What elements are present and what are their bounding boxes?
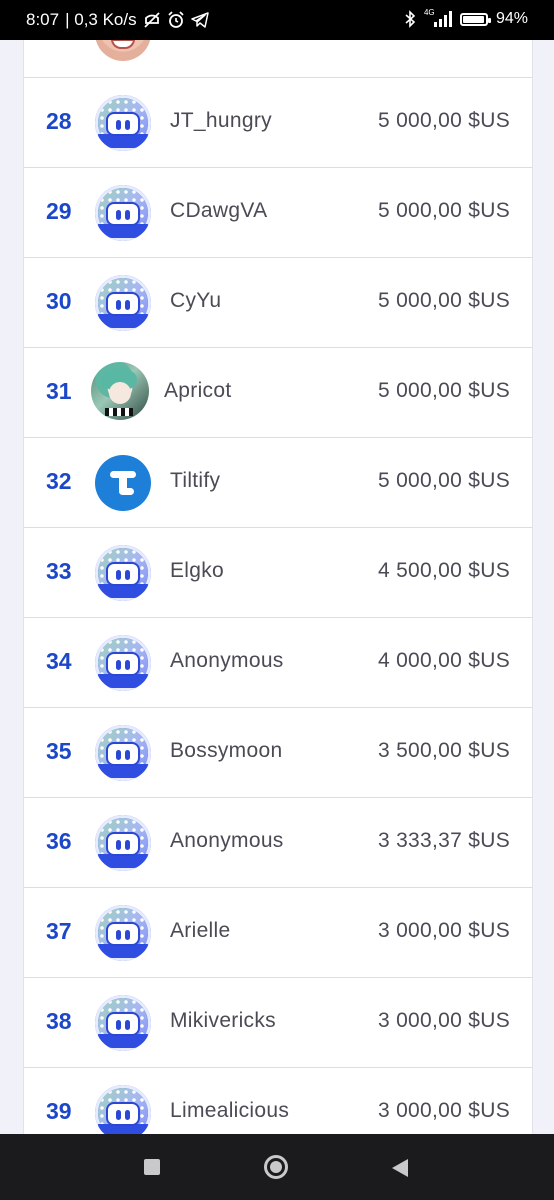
bot-avatar-icon [95, 545, 151, 601]
leaderboard-row[interactable]: 35 Bossymoon 3 500,00 $US [24, 708, 532, 798]
battery-icon [459, 12, 491, 26]
bot-avatar-icon [95, 725, 151, 781]
rank-number: 39 [46, 1098, 72, 1124]
bluetooth-icon [404, 10, 416, 28]
donation-amount: 4 000,00 $US [377, 649, 510, 672]
telegram-icon [190, 12, 209, 28]
rank-number: 32 [46, 468, 72, 494]
donation-amount: 3 333,37 $US [377, 829, 510, 852]
rank-number: 29 [46, 198, 72, 224]
recents-icon[interactable] [144, 1159, 160, 1175]
leaderboard-row[interactable]: 30 CyYu 5 000,00 $US [24, 258, 532, 348]
rank-number: 34 [46, 648, 72, 674]
donation-amount: 5 000,00 $US [377, 469, 510, 492]
leaderboard-row[interactable]: 32 Tiltify 5 000,00 $US [24, 438, 532, 528]
leaderboard-row[interactable]: 37 Arielle 3 000,00 $US [24, 888, 532, 978]
donation-amount: 5 000,00 $US [377, 289, 510, 312]
donor-name: CDawgVA [170, 199, 268, 222]
rank-number: 35 [46, 738, 72, 764]
system-nav-bar [0, 1134, 554, 1200]
donor-name: Anonymous [170, 649, 284, 672]
donation-amount: 3 000,00 $US [377, 1009, 510, 1032]
rank-number: 31 [46, 378, 72, 404]
clock: 8:07 [26, 10, 60, 29]
bot-avatar-icon [95, 95, 151, 151]
donor-name: Bossymoon [170, 739, 283, 762]
rank-number: 38 [46, 1008, 72, 1034]
donation-amount: 5 000,00 $US [377, 109, 510, 132]
donation-amount: 5 000,00 $US [377, 379, 510, 402]
leaderboard-row[interactable]: 31 Apricot 5 000,00 $US [24, 348, 532, 438]
bot-avatar-icon [95, 275, 151, 331]
rank-number: 33 [46, 558, 72, 584]
anime-avatar [91, 362, 149, 420]
rank-number: 30 [46, 288, 72, 314]
leaderboard-row[interactable]: 28 JT_hungry 5 000,00 $US [24, 78, 532, 168]
donor-name: JT_hungry [170, 109, 272, 132]
network-type: 4G [423, 8, 435, 17]
signal-icon: 4G [423, 8, 452, 27]
donor-name: Apricot [164, 379, 232, 402]
donation-amount: 3 500,00 $US [377, 739, 510, 762]
bot-avatar-icon [95, 905, 151, 961]
donor-name: Limealicious [170, 1099, 290, 1122]
donation-amount: 3 000,00 $US [377, 1099, 510, 1122]
bot-avatar-icon [95, 815, 151, 871]
bot-avatar-icon [95, 995, 151, 1051]
home-icon[interactable] [264, 1155, 288, 1179]
donor-name: Mikivericks [170, 1009, 276, 1032]
leaderboard-row[interactable]: 39 Limealicious 3 000,00 $US [24, 1068, 532, 1140]
rank-number: 36 [46, 828, 72, 854]
donor-name: Tiltify [170, 469, 221, 492]
leaderboard-row[interactable]: 38 Mikivericks 3 000,00 $US [24, 978, 532, 1068]
leaderboard-list: 27 28 JT_hungry 5 000,00 $US 29 CDawgVA … [23, 10, 533, 1140]
donor-name: CyYu [170, 289, 222, 312]
donation-amount: 5 000,00 $US [377, 199, 510, 222]
tiltify-logo-icon [95, 455, 151, 511]
donation-amount: 4 500,00 $US [377, 559, 510, 582]
bot-avatar-icon [95, 635, 151, 691]
donor-name: Arielle [170, 919, 231, 942]
back-icon[interactable] [392, 1159, 408, 1177]
status-bar: 8:07 | 0,3 Ko/s 4G 94% [0, 0, 554, 40]
bot-avatar-icon [95, 1085, 151, 1140]
leaderboard-row[interactable]: 34 Anonymous 4 000,00 $US [24, 618, 532, 708]
rank-number: 37 [46, 918, 72, 944]
donation-amount: 3 000,00 $US [377, 919, 510, 942]
alarm-icon [167, 11, 185, 29]
bot-avatar-icon [95, 185, 151, 241]
leaderboard-row[interactable]: 36 Anonymous 3 333,37 $US [24, 798, 532, 888]
mute-icon [143, 12, 161, 28]
battery-percent: 94% [495, 10, 528, 27]
leaderboard-row[interactable]: 33 Elgko 4 500,00 $US [24, 528, 532, 618]
rank-number: 28 [46, 108, 72, 134]
donor-name: Anonymous [170, 829, 284, 852]
network-speed: | 0,3 Ko/s [65, 10, 137, 29]
donor-name: Elgko [170, 559, 225, 582]
leaderboard-row[interactable]: 29 CDawgVA 5 000,00 $US [24, 168, 532, 258]
